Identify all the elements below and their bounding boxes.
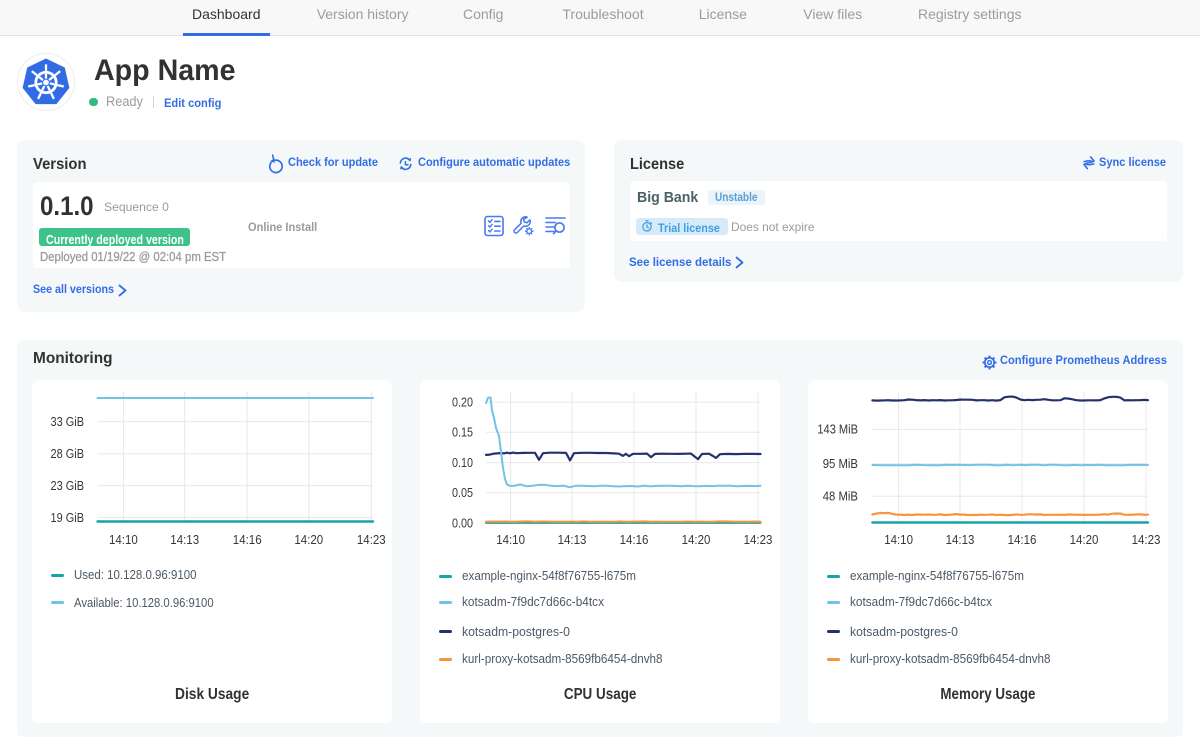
svg-text:19 GiB: 19 GiB <box>51 511 85 525</box>
svg-text:14:16: 14:16 <box>1008 533 1037 547</box>
svg-text:14:20: 14:20 <box>1070 533 1099 547</box>
svg-text:14:23: 14:23 <box>357 533 386 547</box>
svg-text:0.20: 0.20 <box>452 395 473 409</box>
svg-text:14:10: 14:10 <box>109 533 138 547</box>
svg-text:14:16: 14:16 <box>620 533 649 547</box>
svg-text:14:16: 14:16 <box>233 533 262 547</box>
svg-text:95 MiB: 95 MiB <box>823 457 858 471</box>
svg-text:14:10: 14:10 <box>884 533 913 547</box>
svg-text:14:10: 14:10 <box>496 533 525 547</box>
svg-text:14:13: 14:13 <box>946 533 975 547</box>
svg-text:28 GiB: 28 GiB <box>51 447 85 461</box>
svg-text:14:20: 14:20 <box>682 533 711 547</box>
svg-text:33 GiB: 33 GiB <box>51 415 85 429</box>
svg-text:14:13: 14:13 <box>558 533 587 547</box>
svg-text:14:20: 14:20 <box>294 533 323 547</box>
svg-text:14:13: 14:13 <box>170 533 199 547</box>
svg-text:143 MiB: 143 MiB <box>817 423 858 437</box>
svg-text:0.00: 0.00 <box>452 516 473 530</box>
svg-text:0.05: 0.05 <box>452 486 473 500</box>
svg-text:23 GiB: 23 GiB <box>51 479 85 493</box>
svg-text:0.10: 0.10 <box>452 456 473 470</box>
svg-text:0.15: 0.15 <box>452 426 473 440</box>
svg-text:14:23: 14:23 <box>1132 533 1161 547</box>
svg-text:14:23: 14:23 <box>744 533 773 547</box>
svg-text:48 MiB: 48 MiB <box>823 490 858 504</box>
